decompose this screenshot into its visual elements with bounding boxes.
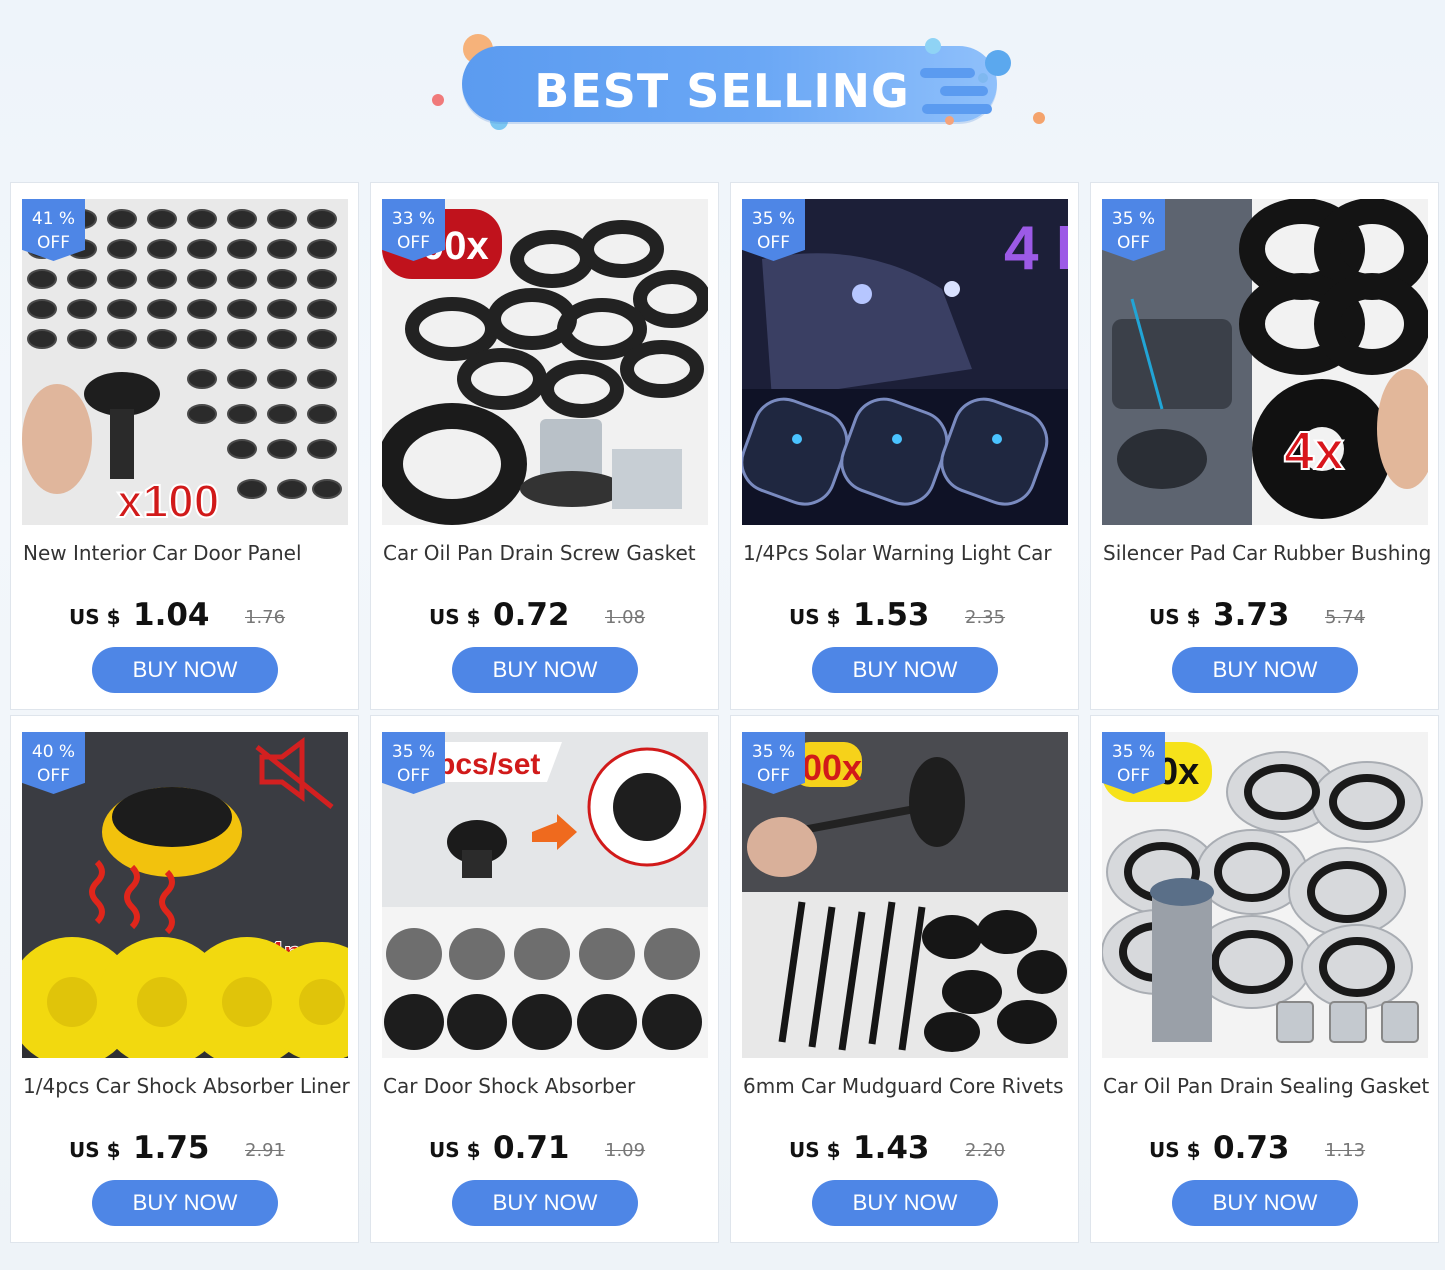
banner-title: BEST SELLING [534,64,910,118]
currency: US $ [429,1138,481,1162]
original-price: 1.08 [605,607,646,628]
buy-now-button[interactable]: BUY NOW [1172,1180,1358,1226]
discount-percent: 35 % [1111,742,1156,762]
original-price: 5.74 [1325,607,1366,628]
price-row: US $ 0.71 1.09 [429,1130,689,1170]
decor-dot [985,50,1011,76]
price-row: US $ 1.43 2.20 [789,1130,1049,1170]
decor-dot [1033,112,1045,124]
sale-price: 3.73 [1213,597,1290,633]
original-price: 2.35 [965,607,1006,628]
product-card[interactable]: 4pcs 40 % OFF 1/4pcs Car Shock Absorber … [10,715,359,1243]
sale-price: 1.04 [133,597,210,633]
discount-percent: 35 % [751,742,796,762]
discount-off: OFF [1117,233,1150,253]
original-price: 1.13 [1325,1140,1366,1161]
buy-now-button[interactable]: BUY NOW [812,647,998,693]
currency: US $ [1149,1138,1201,1162]
discount-badge: 35 % OFF [742,732,805,794]
original-price: 2.91 [245,1140,286,1161]
product-title[interactable]: 1/4Pcs Solar Warning Light Car [743,541,1073,565]
discount-percent: 33 % [391,209,436,229]
discount-badge: 33 % OFF [382,199,445,261]
decor-stripe [920,68,975,78]
discount-badge: 35 % OFF [1102,732,1165,794]
decor-dot [945,116,954,125]
product-card[interactable]: 0x 35 % OFF Car Oil Pan Drain Sealing Ga… [1090,715,1439,1243]
original-price: 1.09 [605,1140,646,1161]
product-title[interactable]: Car Oil Pan Drain Screw Gasket [383,541,713,565]
buy-now-button[interactable]: BUY NOW [1172,647,1358,693]
product-card[interactable]: pcs/set 35 % OFF Car Door Shock Absorber… [370,715,719,1243]
decor-stripe [940,86,988,96]
product-title[interactable]: Silencer Pad Car Rubber Bushing [1103,541,1433,565]
currency: US $ [69,605,121,629]
price-row: US $ 3.73 5.74 [1149,597,1409,637]
buy-now-button[interactable]: BUY NOW [452,647,638,693]
currency: US $ [1149,605,1201,629]
currency: US $ [789,605,841,629]
buy-now-button[interactable]: BUY NOW [452,1180,638,1226]
discount-percent: 35 % [1111,209,1156,229]
image-label: 4x [1284,421,1344,481]
image-label: x100 [117,475,219,525]
price-row: US $ 1.04 1.76 [69,597,329,637]
image-label: pcs/set [437,748,540,781]
discount-off: OFF [1117,766,1150,786]
sale-price: 1.75 [133,1130,210,1166]
decor-dot [978,73,988,83]
best-selling-banner: BEST SELLING [0,0,1445,175]
currency: US $ [429,605,481,629]
currency: US $ [789,1138,841,1162]
price-row: US $ 0.73 1.13 [1149,1130,1409,1170]
discount-percent: 35 % [751,209,796,229]
sale-price: 0.73 [1213,1130,1290,1166]
buy-now-button[interactable]: BUY NOW [92,1180,278,1226]
decor-stripe [922,104,992,114]
decor-dot [925,38,941,54]
product-title[interactable]: Car Oil Pan Drain Sealing Gasket [1103,1074,1433,1098]
discount-off: OFF [397,233,430,253]
sale-price: 1.53 [853,597,930,633]
discount-badge: 41 % OFF [22,199,85,261]
discount-badge: 35 % OFF [742,199,805,261]
image-label: 00x [802,747,862,788]
discount-badge: 35 % OFF [382,732,445,794]
decor-dot [432,94,444,106]
sale-price: 0.72 [493,597,570,633]
price-row: US $ 0.72 1.08 [429,597,689,637]
discount-off: OFF [757,766,790,786]
sale-price: 1.43 [853,1130,930,1166]
image-label: 4 PCS [1004,214,1068,283]
original-price: 2.20 [965,1140,1006,1161]
original-price: 1.76 [245,607,286,628]
currency: US $ [69,1138,121,1162]
discount-off: OFF [397,766,430,786]
product-card[interactable]: 00x 33 % OFF Car Oil Pan Drain Screw Gas… [370,182,719,710]
buy-now-button[interactable]: BUY NOW [92,647,278,693]
product-grid: x100 41 % OFF New Interior Car Door Pane… [10,182,1440,1243]
product-card[interactable]: 4x 35 % OFF Silencer Pad Car Rubber Bush… [1090,182,1439,710]
discount-percent: 41 % [31,209,76,229]
product-title[interactable]: 1/4pcs Car Shock Absorber Liner [23,1074,353,1098]
price-row: US $ 1.53 2.35 [789,597,1049,637]
product-card[interactable]: 4 PCS 35 % OFF 1/4Pcs Solar Warning Ligh… [730,182,1079,710]
product-card[interactable]: x100 41 % OFF New Interior Car Door Pane… [10,182,359,710]
product-card[interactable]: 00x 35 % OFF 6mm Car Mudguard Core Rivet… [730,715,1079,1243]
product-title[interactable]: Car Door Shock Absorber [383,1074,713,1098]
product-title[interactable]: New Interior Car Door Panel [23,541,353,565]
buy-now-button[interactable]: BUY NOW [812,1180,998,1226]
discount-badge: 40 % OFF [22,732,85,794]
discount-off: OFF [37,233,70,253]
discount-badge: 35 % OFF [1102,199,1165,261]
discount-off: OFF [37,766,70,786]
price-row: US $ 1.75 2.91 [69,1130,329,1170]
product-title[interactable]: 6mm Car Mudguard Core Rivets [743,1074,1073,1098]
discount-off: OFF [757,233,790,253]
sale-price: 0.71 [493,1130,570,1166]
discount-percent: 40 % [31,742,76,762]
discount-percent: 35 % [391,742,436,762]
